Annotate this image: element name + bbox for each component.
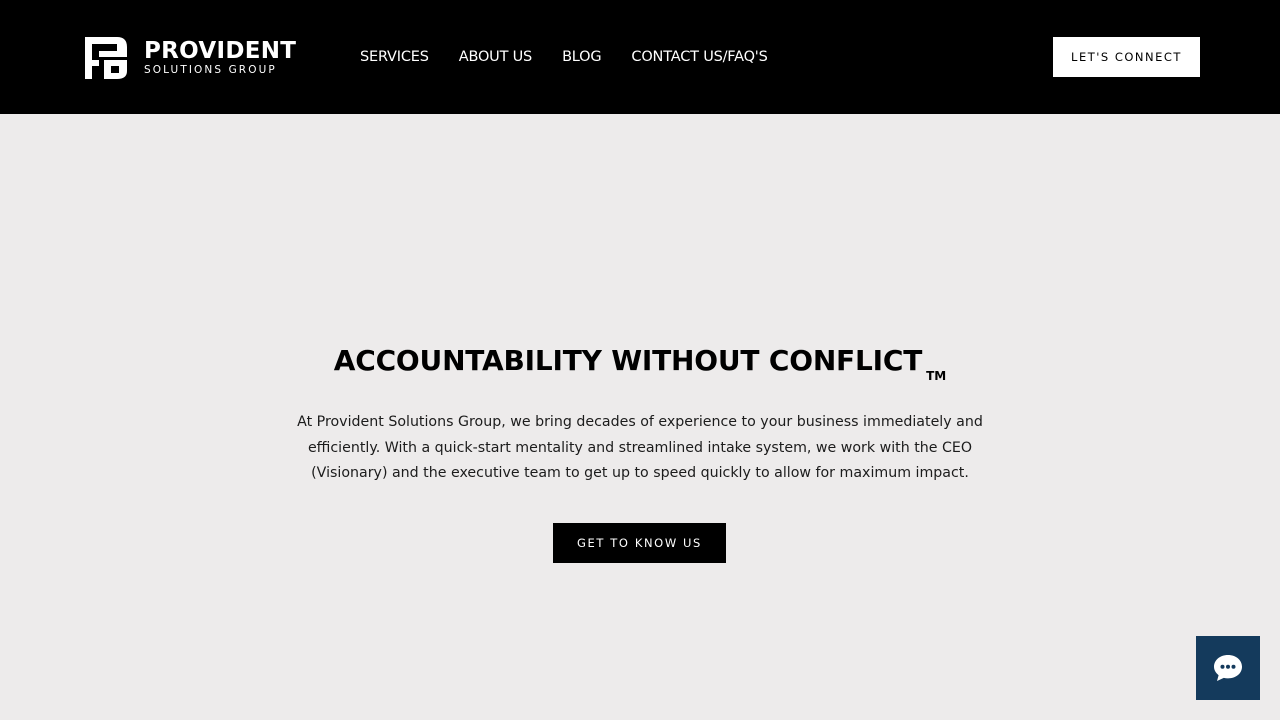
nav-item-blog[interactable]: BLOG bbox=[562, 47, 602, 67]
lets-connect-button[interactable]: LET'S CONNECT bbox=[1053, 37, 1200, 77]
nav-item-contact-faqs[interactable]: CONTACT US/FAQ'S bbox=[631, 47, 767, 67]
main-nav: SERVICES ABOUT US BLOG CONTACT US/FAQ'S bbox=[360, 47, 768, 67]
trademark-symbol: TM bbox=[926, 369, 947, 383]
logo-link[interactable]: PROVIDENT SOLUTIONS GROUP bbox=[85, 37, 296, 79]
nav-item-about-us[interactable]: ABOUT US bbox=[459, 47, 533, 67]
chat-widget-button[interactable] bbox=[1196, 636, 1260, 700]
chat-bubble-icon bbox=[1214, 655, 1242, 681]
get-to-know-us-button[interactable]: GET TO KNOW US bbox=[553, 523, 726, 563]
hero-title-text: ACCOUNTABILITY WITHOUT CONFLICT bbox=[333, 344, 923, 377]
hero-description: At Provident Solutions Group, we bring d… bbox=[297, 414, 983, 481]
site-header: PROVIDENT SOLUTIONS GROUP SERVICES ABOUT… bbox=[0, 0, 1280, 114]
logo-mark-icon bbox=[85, 37, 127, 79]
nav-item-services[interactable]: SERVICES bbox=[360, 47, 429, 67]
brand-tagline: SOLUTIONS GROUP bbox=[144, 64, 277, 76]
hero-title: ACCOUNTABILITY WITHOUT CONFLICT TM bbox=[0, 340, 1280, 397]
brand-name: PROVIDENT bbox=[144, 38, 297, 64]
